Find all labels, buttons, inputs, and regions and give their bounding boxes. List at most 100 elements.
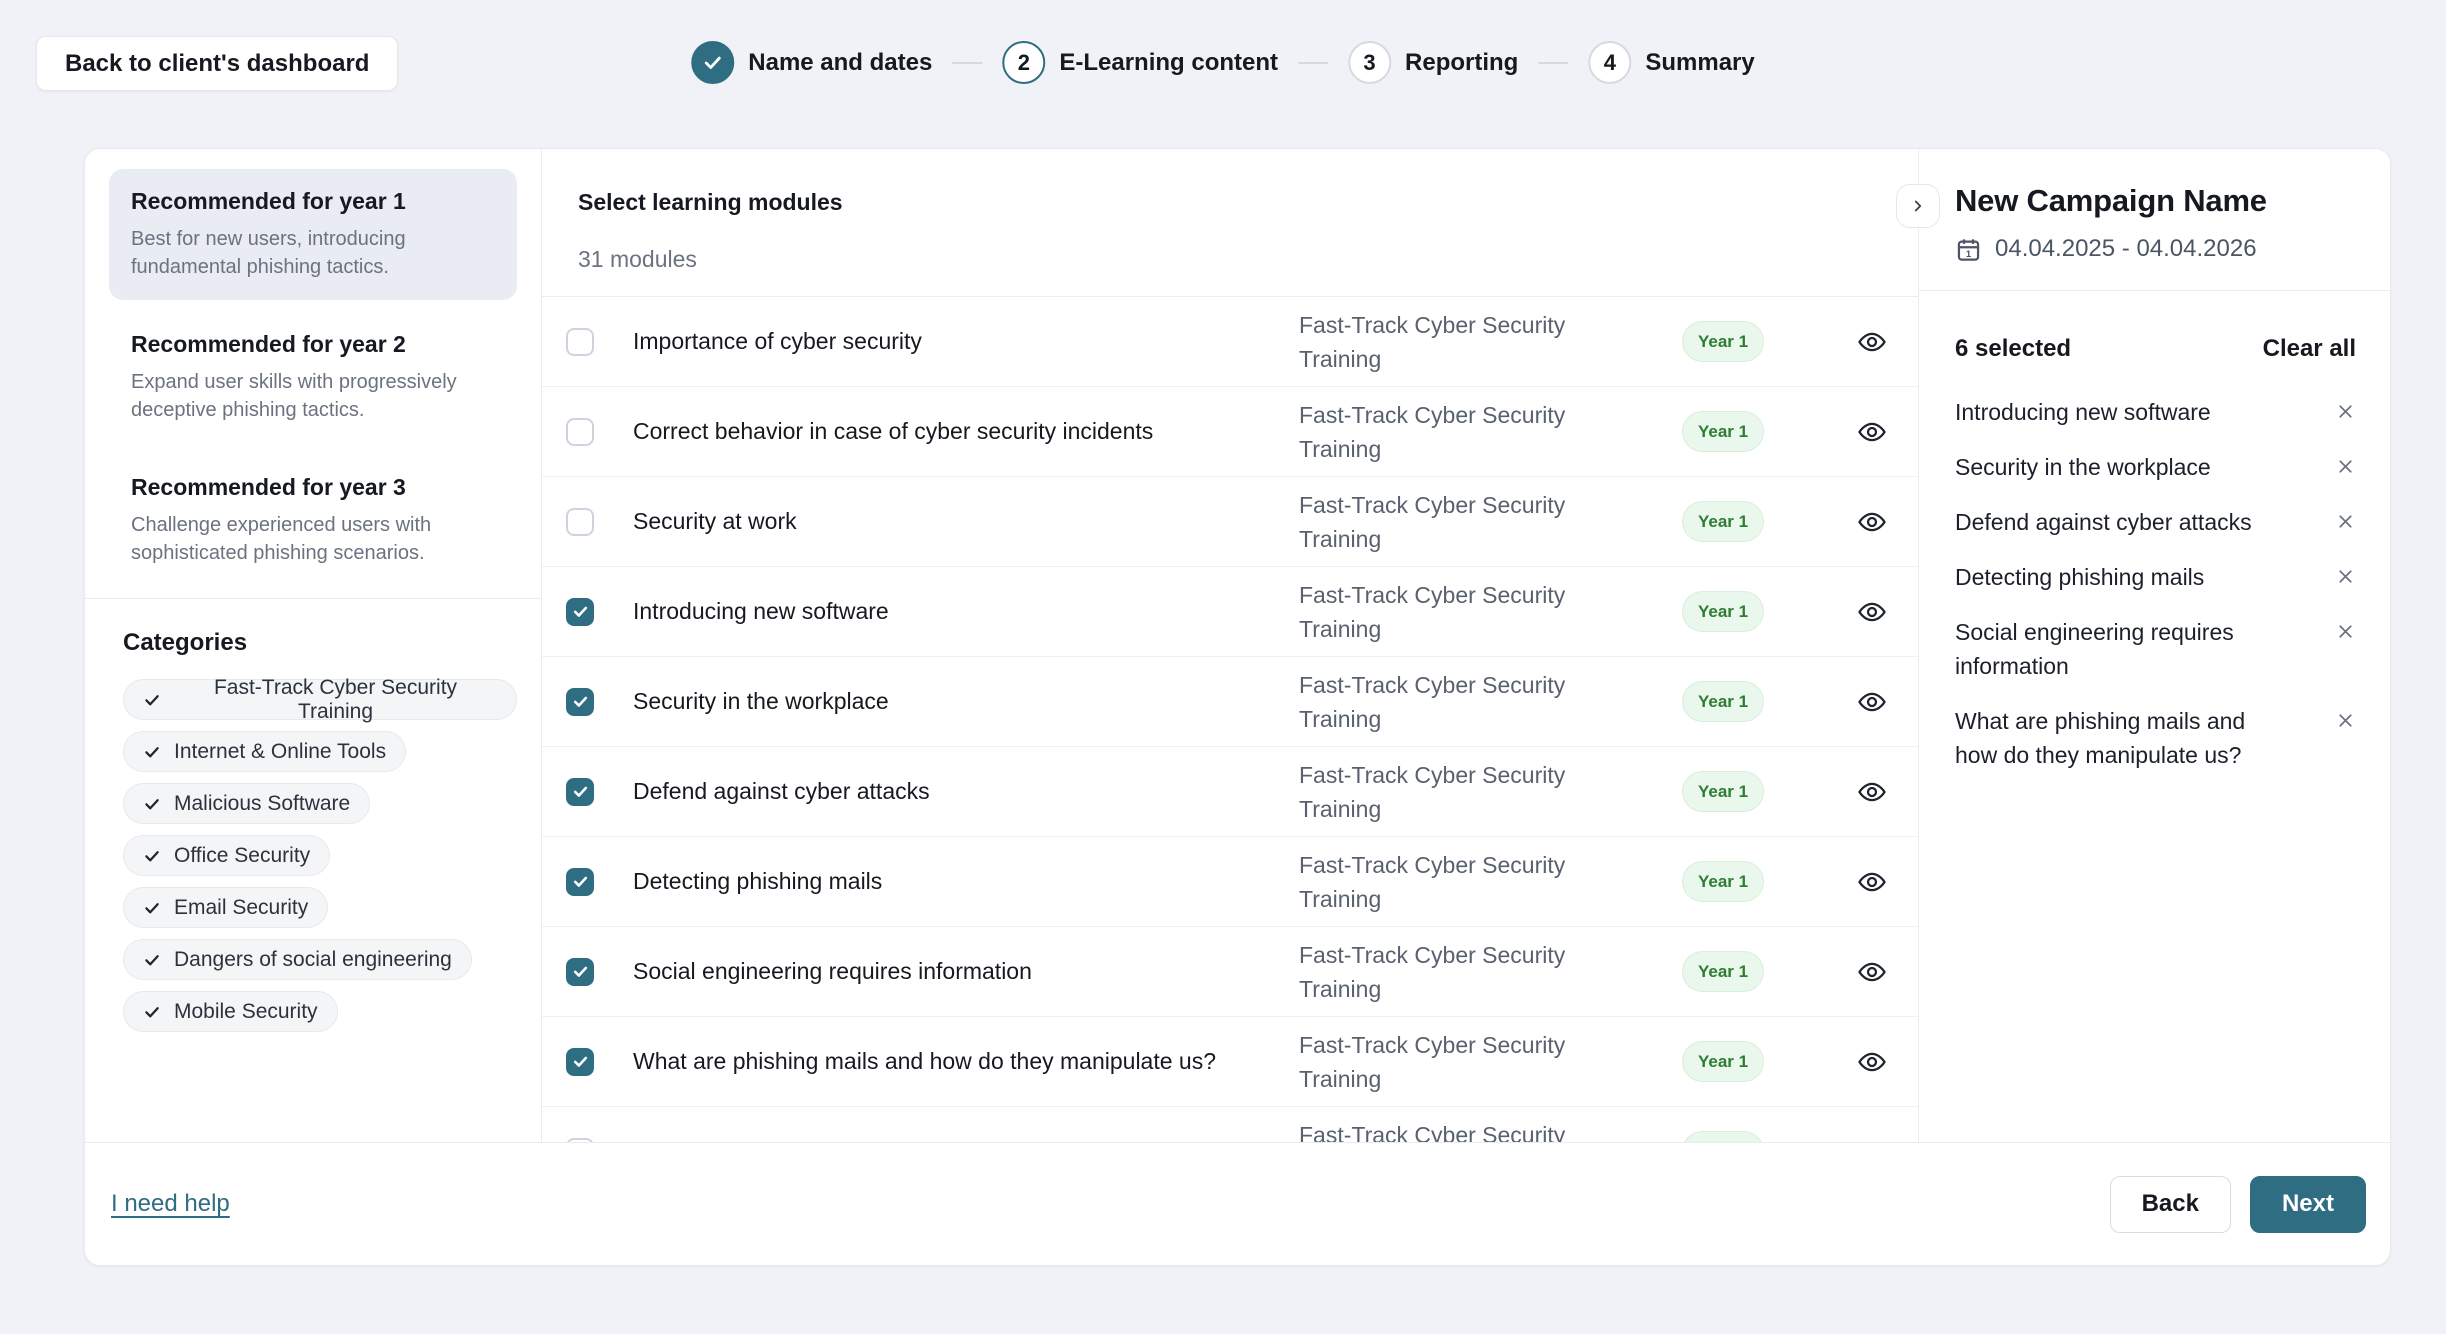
module-category: Fast-Track Cyber Security Training — [1260, 578, 1682, 646]
preview-eye-icon[interactable] — [1856, 686, 1888, 718]
selected-count: 6 selected — [1955, 335, 2071, 363]
module-name: Detecting phishing mails — [594, 868, 1260, 895]
check-icon — [143, 951, 161, 969]
step-circle — [691, 41, 734, 84]
step-circle: 3 — [1348, 41, 1391, 84]
remove-item-button[interactable] — [2335, 401, 2356, 425]
check-icon — [143, 691, 161, 709]
selected-module-name: Detecting phishing mails — [1955, 560, 2287, 594]
module-category: Fast-Track Cyber Security Training — [1260, 1028, 1682, 1096]
year-badge: Year 1 — [1682, 321, 1764, 362]
date-range-text: 04.04.2025 - 04.04.2026 — [1995, 235, 2257, 263]
close-icon — [2335, 456, 2356, 477]
chevron-right-icon — [1909, 197, 1927, 215]
step-circle: 2 — [1002, 41, 1045, 84]
preview-eye-icon[interactable] — [1856, 776, 1888, 808]
check-icon — [572, 1053, 589, 1070]
recommendation-title: Recommended for year 3 — [131, 474, 495, 501]
preview-eye-icon[interactable] — [1856, 326, 1888, 358]
campaign-name: New Campaign Name — [1955, 183, 2356, 219]
module-name: Importance of cyber security — [594, 328, 1260, 355]
remove-item-button[interactable] — [2335, 710, 2356, 734]
selected-module-list: Introducing new software Security in the… — [1955, 395, 2356, 772]
help-link[interactable]: I need help — [111, 1190, 230, 1218]
calendar-icon: 1 — [1955, 236, 1982, 263]
category-chip-label: Office Security — [174, 844, 310, 868]
category-chip[interactable]: Malicious Software — [123, 783, 370, 824]
module-checkbox[interactable] — [566, 508, 594, 536]
recommendation-description: Best for new users, introducing fundamen… — [131, 225, 495, 281]
check-icon — [143, 743, 161, 761]
module-checkbox[interactable] — [566, 958, 594, 986]
module-checkbox[interactable] — [566, 418, 594, 446]
category-chip[interactable]: Office Security — [123, 835, 330, 876]
stepper-step[interactable]: 2 E-Learning content — [1002, 41, 1348, 84]
recommendation-option[interactable]: Recommended for year 3 Challenge experie… — [109, 455, 517, 586]
selected-module-item: Introducing new software — [1955, 395, 2356, 429]
recommendation-option[interactable]: Recommended for year 1 Best for new user… — [109, 169, 517, 300]
year-badge: Year 1 — [1682, 591, 1764, 632]
selected-module-name: Introducing new software — [1955, 395, 2287, 429]
preview-eye-icon[interactable] — [1856, 866, 1888, 898]
remove-item-button[interactable] — [2335, 456, 2356, 480]
step-number: 4 — [1604, 50, 1616, 76]
module-category: Fast-Track Cyber Security Training — [1260, 488, 1682, 556]
selected-module-item: Detecting phishing mails — [1955, 560, 2356, 594]
step-number: 3 — [1363, 50, 1375, 76]
collapse-panel-button[interactable] — [1896, 184, 1940, 228]
module-row: Security at work Fast-Track Cyber Securi… — [542, 477, 1918, 567]
check-icon — [143, 795, 161, 813]
module-row: Correct behavior in case of cyber securi… — [542, 387, 1918, 477]
category-chip[interactable]: Email Security — [123, 887, 328, 928]
preview-eye-icon[interactable] — [1856, 416, 1888, 448]
check-icon — [702, 52, 723, 73]
module-checkbox[interactable] — [566, 328, 594, 356]
recommendation-option[interactable]: Recommended for year 2 Expand user skill… — [109, 312, 517, 443]
close-icon — [2335, 710, 2356, 731]
remove-item-button[interactable] — [2335, 621, 2356, 645]
recommendation-title: Recommended for year 2 — [131, 331, 495, 358]
module-checkbox[interactable] — [566, 598, 594, 626]
category-chip[interactable]: Internet & Online Tools — [123, 731, 406, 772]
selected-module-name: Security in the workplace — [1955, 450, 2287, 484]
module-list: Importance of cyber security Fast-Track … — [542, 297, 1918, 1142]
year-badge: Year 1 — [1682, 1131, 1764, 1142]
recommendation-description: Challenge experienced users with sophist… — [131, 511, 495, 567]
remove-item-button[interactable] — [2335, 511, 2356, 535]
back-button[interactable]: Back — [2110, 1176, 2231, 1233]
sidebar-divider — [85, 598, 541, 599]
next-button[interactable]: Next — [2250, 1176, 2366, 1233]
back-to-dashboard-button[interactable]: Back to client's dashboard — [36, 36, 398, 91]
check-icon — [572, 693, 589, 710]
category-chip-label: Dangers of social engineering — [174, 948, 452, 972]
module-name: Security in the workplace — [594, 688, 1260, 715]
selected-module-name: Defend against cyber attacks — [1955, 505, 2287, 539]
filters-sidebar: Recommended for year 1 Best for new user… — [85, 149, 542, 1142]
step-label: Name and dates — [748, 49, 932, 77]
selected-module-item: Defend against cyber attacks — [1955, 505, 2356, 539]
preview-eye-icon[interactable] — [1856, 1046, 1888, 1078]
clear-all-button[interactable]: Clear all — [2263, 335, 2356, 363]
module-panel-title: Select learning modules — [578, 189, 1882, 216]
module-checkbox[interactable] — [566, 778, 594, 806]
preview-eye-icon[interactable] — [1856, 596, 1888, 628]
preview-eye-icon[interactable] — [1856, 956, 1888, 988]
categories-title: Categories — [123, 629, 517, 657]
stepper-step[interactable]: 3 Reporting — [1348, 41, 1588, 84]
step-circle: 4 — [1588, 41, 1631, 84]
preview-eye-icon[interactable] — [1856, 506, 1888, 538]
category-chip[interactable]: Fast-Track Cyber Security Training — [123, 679, 517, 720]
module-checkbox[interactable] — [566, 1048, 594, 1076]
category-chip[interactable]: Mobile Security — [123, 991, 338, 1032]
recommendation-description: Expand user skills with progressively de… — [131, 368, 495, 424]
stepper-step[interactable]: Name and dates — [691, 41, 1002, 84]
category-chip[interactable]: Dangers of social engineering — [123, 939, 472, 980]
stepper-step[interactable]: 4 Summary — [1588, 41, 1754, 84]
year-badge: Year 1 — [1682, 1041, 1764, 1082]
campaign-wizard-page: Back to client's dashboard Name and date… — [0, 0, 2446, 1334]
footer-buttons: Back Next — [2110, 1176, 2366, 1233]
module-checkbox[interactable] — [566, 688, 594, 716]
module-checkbox[interactable] — [566, 868, 594, 896]
step-label: Reporting — [1405, 49, 1518, 77]
remove-item-button[interactable] — [2335, 566, 2356, 590]
